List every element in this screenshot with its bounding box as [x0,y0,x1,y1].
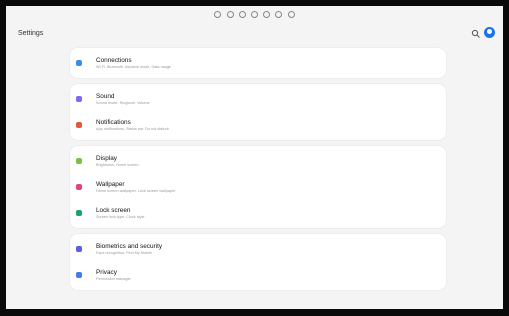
page-title: Settings [18,30,44,37]
settings-list: Connections Wi-Fi, Bluetooth, Airplane mo… [70,48,446,296]
bell-icon [76,122,82,128]
settings-card: Connections Wi-Fi, Bluetooth, Airplane mo… [70,48,446,78]
settings-item-subtitle: Screen lock type, Clock style [96,214,145,219]
status-bar [6,10,503,24]
search-icon[interactable] [471,29,481,39]
settings-item-lock-screen[interactable]: Lock screen Screen lock type, Clock style [70,200,446,226]
settings-item-text: Display Brightness, Home screen [96,155,139,168]
settings-item-subtitle: Face recognition, Find My Mobile [96,250,152,255]
settings-item-text: Wallpaper Home screen wallpaper, Lock scr… [96,181,176,194]
settings-item-label: Notifications [96,118,131,126]
settings-item-biometrics-and-security[interactable]: Biometrics and security Face recognition,… [70,236,446,262]
settings-item-label: Sound [96,92,115,100]
screen: Settings Connections Wi-Fi, Bluetooth, Ai… [6,6,503,309]
settings-item-wallpaper[interactable]: Wallpaper Home screen wallpaper, Lock scr… [70,174,446,200]
settings-item-subtitle: Permission manager [96,276,131,281]
image-icon [76,184,82,190]
speaker-icon [76,96,82,102]
settings-item-text: Lock screen Screen lock type, Clock style [96,207,145,220]
settings-item-text: Connections Wi-Fi, Bluetooth, Airplane mo… [96,57,171,70]
device-frame: Settings Connections Wi-Fi, Bluetooth, Ai… [0,0,509,316]
privacy-icon [76,272,82,278]
settings-card: Display Brightness, Home screen Wallpaper H… [70,146,446,228]
lock-icon [76,210,82,216]
status-dot-1-icon [214,11,222,19]
wifi-icon [76,60,82,66]
status-dot-4-icon [251,11,258,19]
status-dot-5-icon [263,11,271,19]
settings-item-label: Wallpaper [96,180,125,188]
settings-card: Biometrics and security Face recognition,… [70,234,446,290]
settings-item-notifications[interactable]: Notifications App notifications, Status b… [70,112,446,138]
settings-item-connections[interactable]: Connections Wi-Fi, Bluetooth, Airplane mo… [70,50,446,76]
settings-item-privacy[interactable]: Privacy Permission manager [70,262,446,288]
settings-item-label: Lock screen [96,206,131,214]
account-avatar[interactable] [484,27,495,38]
settings-item-sound[interactable]: Sound Sound mode, Ringtone, Volume [70,86,446,112]
settings-item-subtitle: Brightness, Home screen [96,162,139,167]
settings-item-subtitle: Sound mode, Ringtone, Volume [96,100,150,105]
settings-item-label: Connections [96,56,132,64]
status-dot-6-icon [275,11,283,19]
settings-item-text: Sound Sound mode, Ringtone, Volume [96,93,150,106]
status-dot-7-icon [287,11,295,19]
settings-item-text: Notifications App notifications, Status b… [96,119,169,132]
settings-item-label: Display [96,154,117,162]
settings-item-subtitle: Wi-Fi, Bluetooth, Airplane mode, Data us… [96,64,171,69]
sun-icon [76,158,82,164]
settings-item-text: Privacy Permission manager [96,269,131,282]
status-dot-3-icon [238,11,246,19]
shield-icon [76,246,82,252]
settings-item-display[interactable]: Display Brightness, Home screen [70,148,446,174]
settings-item-label: Privacy [96,268,117,276]
settings-item-subtitle: Home screen wallpaper, Lock screen wallp… [96,188,176,193]
settings-card: Sound Sound mode, Ringtone, Volume Notific… [70,84,446,140]
settings-item-text: Biometrics and security Face recognition,… [96,243,162,256]
status-dot-2-icon [226,11,234,19]
settings-item-label: Biometrics and security [96,242,163,250]
settings-item-subtitle: App notifications, Status bar, Do not di… [96,126,169,131]
